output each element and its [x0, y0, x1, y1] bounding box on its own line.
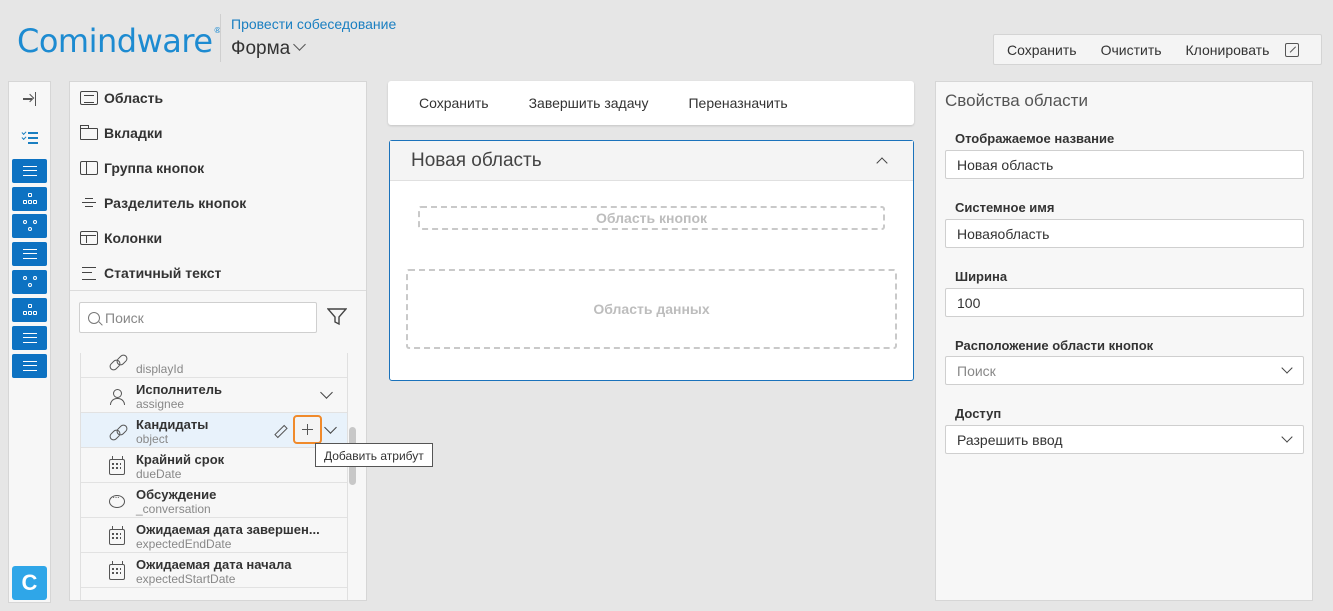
area-icon	[80, 91, 98, 105]
list-item[interactable]: Ожидаемая дата завершен... expectedEndDa…	[81, 518, 347, 553]
button-separator-icon	[80, 196, 98, 210]
button-zone[interactable]: Область кнопок	[418, 206, 885, 230]
lines-icon	[22, 166, 37, 176]
columns-icon	[80, 231, 98, 245]
palette-item-columns[interactable]: Колонки	[80, 230, 162, 246]
area-header[interactable]: Новая область	[390, 141, 913, 181]
link-icon	[109, 424, 125, 440]
complete-task-button[interactable]: Завершить задачу	[529, 95, 649, 111]
width-field[interactable]	[945, 288, 1304, 317]
save-button[interactable]: Сохранить	[419, 95, 489, 111]
rail-button-area-2[interactable]	[12, 242, 47, 266]
pencil-icon[interactable]	[273, 423, 287, 437]
chevron-down-icon	[1281, 362, 1293, 374]
properties-panel: Свойства области Отображаемое название С…	[935, 81, 1313, 601]
palette-divider	[70, 290, 366, 291]
attribute-list: displayId Исполнитель assignee Кандидаты…	[80, 353, 348, 600]
list-item[interactable]: Крайний срок dueDate	[81, 448, 347, 483]
checklist-icon[interactable]	[21, 130, 38, 145]
chevron-down-icon	[1281, 431, 1293, 443]
form-selector[interactable]: Форма	[231, 38, 307, 60]
display-name-label: Отображаемое название	[955, 131, 1115, 146]
header-divider	[220, 14, 221, 62]
tooltip: Добавить атрибут	[315, 443, 433, 467]
form-toolbar: Сохранить Завершить задачу Переназначить	[388, 81, 914, 125]
access-label: Доступ	[955, 406, 1002, 421]
tabs-icon	[79, 125, 98, 140]
clone-form-button[interactable]: Клонировать	[1174, 42, 1282, 58]
system-name-label: Системное имя	[955, 200, 1055, 215]
calendar-icon	[109, 561, 125, 580]
rail-button-area-4[interactable]	[12, 354, 47, 378]
collapse-icon[interactable]	[23, 92, 37, 106]
system-name-field[interactable]	[945, 219, 1304, 248]
area-title: Новая область	[411, 150, 542, 171]
chevron-up-icon[interactable]	[876, 157, 888, 169]
search-input[interactable]	[105, 309, 305, 326]
button-area-position-select[interactable]: Поиск	[945, 356, 1304, 385]
link-icon	[109, 354, 125, 370]
app-logo-icon[interactable]: C	[12, 566, 47, 600]
left-rail: C	[8, 81, 51, 603]
rail-button-hierarchy[interactable]	[12, 187, 47, 211]
process-link[interactable]: Провести собеседование	[231, 16, 396, 32]
filter-icon[interactable]	[327, 308, 347, 326]
palette-item-tabs[interactable]: Вкладки	[79, 125, 162, 141]
logo: Comindware®	[17, 22, 221, 60]
lines-icon	[22, 249, 37, 259]
palette-item-button-separator[interactable]: Разделитель кнопок	[80, 195, 246, 211]
rail-button-hierarchy-2[interactable]	[12, 298, 47, 322]
chevron-down-icon[interactable]	[320, 386, 333, 399]
new-area[interactable]: Новая область Область кнопок Область дан…	[389, 140, 914, 381]
button-area-position-label: Расположение области кнопок	[955, 338, 1154, 353]
top-actions: Сохранить Очистить Клонировать	[993, 34, 1322, 65]
palette-item-button-group[interactable]: Группа кнопок	[80, 160, 204, 176]
rail-button-area-3[interactable]	[12, 326, 47, 350]
list-item[interactable]: displayId	[81, 353, 347, 378]
palette-item-area[interactable]: Область	[80, 90, 163, 106]
access-select[interactable]: Разрешить ввод	[945, 425, 1304, 454]
search-icon	[88, 311, 100, 324]
properties-title: Свойства области	[945, 91, 1088, 110]
rail-button-flow-2[interactable]	[12, 270, 47, 294]
chat-icon	[109, 492, 125, 510]
chevron-down-icon	[293, 38, 307, 51]
palette-panel: Область Вкладки Группа кнопок Разделител…	[69, 81, 367, 601]
rail-button-flow[interactable]	[12, 214, 47, 238]
calendar-icon	[109, 526, 125, 545]
chevron-down-icon[interactable]	[324, 421, 337, 434]
list-item[interactable]: Ожидаемая дата начала expectedStartDate	[81, 553, 347, 588]
rail-button-area[interactable]	[12, 159, 47, 183]
calendar-icon	[109, 456, 125, 475]
button-group-icon	[80, 161, 98, 175]
edit-icon[interactable]	[1285, 42, 1300, 57]
palette-item-static-text[interactable]: Статичный текст	[80, 265, 221, 281]
lines-icon	[22, 333, 37, 343]
lines-icon	[22, 361, 37, 371]
add-attribute-button[interactable]	[293, 415, 322, 444]
width-label: Ширина	[955, 269, 1008, 284]
display-name-field[interactable]	[945, 150, 1304, 179]
list-item-selected[interactable]: Кандидаты object	[81, 413, 347, 448]
static-text-icon	[80, 266, 98, 280]
clear-form-button[interactable]: Очистить	[1089, 42, 1174, 58]
data-zone[interactable]: Область данных	[406, 269, 897, 349]
user-icon	[109, 389, 125, 405]
flow-icon	[22, 220, 37, 232]
reassign-button[interactable]: Переназначить	[688, 95, 787, 111]
save-form-button[interactable]: Сохранить	[994, 42, 1089, 58]
flow-icon	[22, 276, 37, 288]
hierarchy-icon	[22, 193, 37, 205]
hierarchy-icon	[22, 304, 37, 316]
list-item[interactable]: Исполнитель assignee	[81, 378, 347, 413]
attribute-search[interactable]	[79, 302, 317, 333]
list-item[interactable]: Обсуждение _conversation	[81, 483, 347, 518]
